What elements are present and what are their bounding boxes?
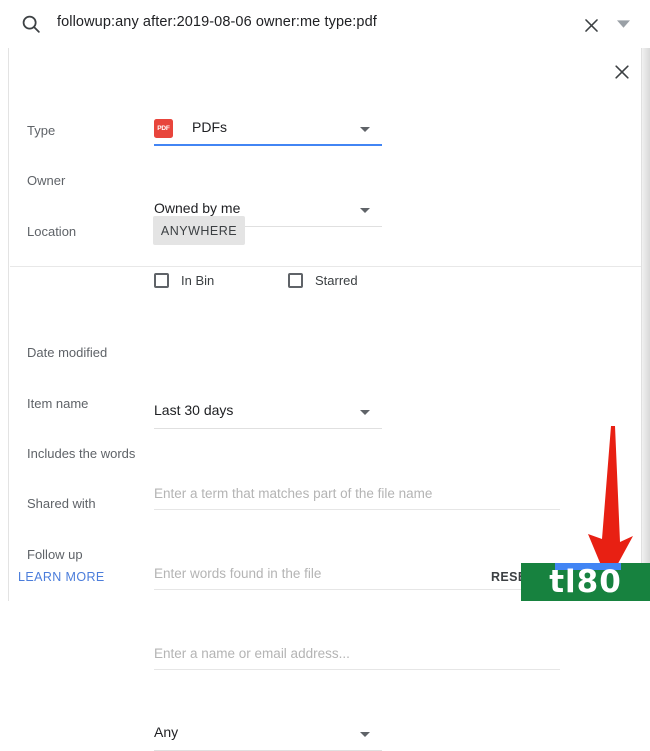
chevron-down-icon[interactable] <box>615 18 631 30</box>
item-name-underline <box>154 509 560 510</box>
pdf-file-icon: PDF <box>154 119 173 138</box>
owner-select-value: Owned by me <box>154 200 241 216</box>
dialog-close-button[interactable] <box>608 58 636 86</box>
date-modified-select[interactable]: Last 30 days <box>154 399 382 429</box>
shared-with-field[interactable] <box>154 640 560 670</box>
follow-up-select[interactable]: Any <box>154 721 382 751</box>
checkbox-starred[interactable]: Starred <box>288 273 358 288</box>
checkbox-label: In Bin <box>181 273 215 288</box>
chevron-down-icon <box>360 127 370 132</box>
label-shared-with: Shared with <box>27 496 96 511</box>
type-select-value: PDFs <box>192 119 227 135</box>
chevron-down-icon <box>360 732 370 737</box>
label-date-modified: Date modified <box>27 345 108 360</box>
search-icon <box>20 13 42 35</box>
label-includes-words: Includes the words <box>27 446 136 461</box>
date-modified-underline <box>154 428 382 429</box>
watermark-text: tl80 <box>549 563 622 600</box>
checkbox-in-bin[interactable]: In Bin <box>154 273 214 288</box>
learn-more-link[interactable]: LEARN MORE <box>18 570 105 584</box>
item-name-field[interactable] <box>154 480 560 510</box>
panel-scrollbar[interactable] <box>642 48 650 601</box>
follow-up-value: Any <box>154 724 179 740</box>
checkbox-label: Starred <box>315 273 358 288</box>
item-name-input[interactable] <box>154 480 560 506</box>
section-divider <box>10 266 641 267</box>
label-item-name: Item name <box>27 396 89 411</box>
search-bar: followup:any after:2019-08-06 owner:me t… <box>0 0 650 48</box>
watermark: tl80 <box>521 563 650 601</box>
chevron-down-icon <box>360 410 370 415</box>
date-modified-value: Last 30 days <box>154 402 234 418</box>
label-type: Type <box>27 123 56 138</box>
search-input[interactable]: followup:any after:2019-08-06 owner:me t… <box>57 14 377 30</box>
chevron-down-icon <box>360 208 370 213</box>
close-icon[interactable] <box>578 12 604 38</box>
type-select-underline <box>154 144 382 146</box>
label-owner: Owner <box>27 173 66 188</box>
checkbox-box <box>154 273 169 288</box>
shared-with-underline <box>154 669 560 670</box>
label-follow-up: Follow up <box>27 547 83 562</box>
label-location: Location <box>27 224 77 239</box>
includes-words-underline <box>154 589 560 590</box>
shared-with-input[interactable] <box>154 640 560 666</box>
app-root: followup:any after:2019-08-06 owner:me t… <box>0 0 650 751</box>
type-select[interactable]: PDF PDFs <box>154 116 382 146</box>
search-options-dialog: Type PDF PDFs Owner Owned by me Location… <box>8 48 642 751</box>
location-anywhere-button[interactable]: ANYWHERE <box>153 216 245 245</box>
checkbox-box <box>288 273 303 288</box>
